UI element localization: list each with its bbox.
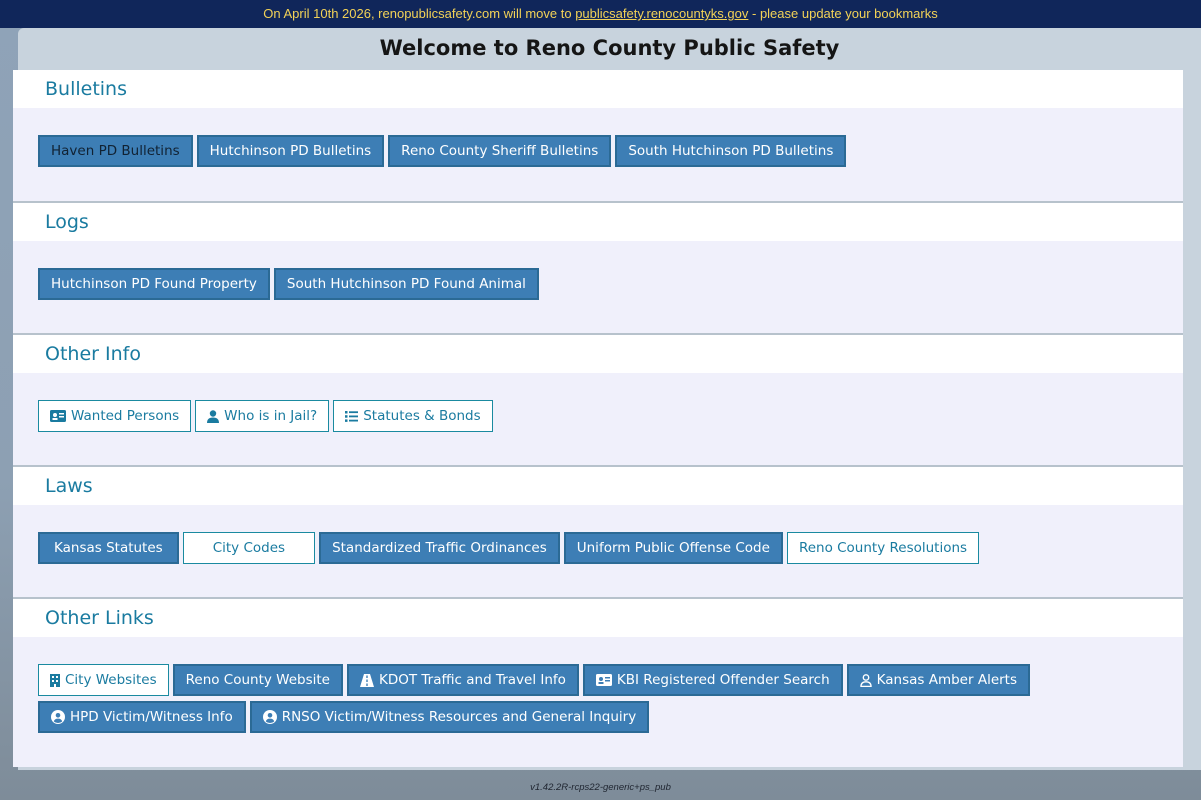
kbi-offender-search-label: KBI Registered Offender Search [616, 672, 830, 688]
rnso-victim-witness-label: RNSO Victim/Witness Resources and Genera… [281, 709, 637, 725]
banner-text-suffix: - please update your bookmarks [748, 6, 938, 21]
user-circle-icon [262, 710, 277, 724]
version-text: v1.42.2R-rcps22-generic+ps_pub [530, 782, 671, 793]
wanted-persons-label: Wanted Persons [71, 408, 180, 424]
kdot-traffic-label: KDOT Traffic and Travel Info [378, 672, 566, 688]
statutes-and-bonds-button[interactable]: Statutes & Bonds [333, 400, 493, 432]
announcement-banner: On April 10th 2026, renopublicsafety.com… [0, 0, 1201, 28]
person-icon [207, 409, 220, 423]
section-title-logs: Logs [13, 203, 1183, 241]
banner-link[interactable]: publicsafety.renocountyks.gov [575, 6, 748, 21]
statutes-and-bonds-label: Statutes & Bonds [363, 408, 481, 424]
road-icon [359, 673, 374, 687]
uniform-public-offense-code-button[interactable]: Uniform Public Offense Code [563, 532, 783, 564]
kansas-amber-alerts-label: Kansas Amber Alerts [876, 672, 1018, 688]
section-title-other-info: Other Info [13, 335, 1183, 373]
city-websites-button[interactable]: City Websites [38, 664, 169, 696]
reno-county-website-label: Reno County Website [185, 672, 330, 688]
person-outline-icon [859, 673, 872, 687]
page-title: Welcome to Reno County Public Safety [379, 36, 840, 60]
who-is-in-jail-button[interactable]: Who is in Jail? [195, 400, 330, 432]
section-title-laws: Laws [13, 467, 1183, 505]
who-is-in-jail-label: Who is in Jail? [224, 408, 318, 424]
list-icon [345, 410, 359, 422]
reno-county-resolutions-button[interactable]: Reno County Resolutions [786, 532, 980, 564]
hpd-victim-witness-button[interactable]: HPD Victim/Witness Info [38, 701, 246, 733]
reno-county-sheriff-bulletins-button[interactable]: Reno County Sheriff Bulletins [388, 135, 612, 167]
reno-county-website-button[interactable]: Reno County Website [172, 664, 343, 696]
rnso-victim-witness-button[interactable]: RNSO Victim/Witness Resources and Genera… [249, 701, 650, 733]
bulletins-section: Bulletins Haven PD Bulletins Hutchinson … [13, 70, 1183, 201]
wanted-persons-button[interactable]: Wanted Persons [38, 400, 192, 432]
city-codes-button[interactable]: City Codes [182, 532, 316, 564]
standardized-traffic-ordinances-button[interactable]: Standardized Traffic Ordinances [319, 532, 560, 564]
haven-pd-bulletins-button[interactable]: Haven PD Bulletins [38, 135, 193, 167]
banner-text-prefix: On April 10th 2026, renopublicsafety.com… [263, 6, 576, 21]
hpd-victim-witness-label: HPD Victim/Witness Info [70, 709, 233, 725]
logs-section: Logs Hutchinson PD Found Property South … [13, 203, 1183, 333]
section-title-other-links: Other Links [13, 599, 1183, 637]
id-card-icon [50, 410, 66, 422]
laws-section: Laws Kansas Statutes City Codes Standard… [13, 467, 1183, 597]
city-websites-label: City Websites [65, 672, 157, 688]
hutchinson-pd-bulletins-button[interactable]: Hutchinson PD Bulletins [196, 135, 385, 167]
south-hutchinson-pd-found-animal-button[interactable]: South Hutchinson PD Found Animal [273, 268, 539, 300]
kansas-statutes-button[interactable]: Kansas Statutes [38, 532, 179, 564]
kdot-traffic-button[interactable]: KDOT Traffic and Travel Info [346, 664, 579, 696]
hutchinson-pd-found-property-button[interactable]: Hutchinson PD Found Property [38, 268, 270, 300]
kansas-amber-alerts-button[interactable]: Kansas Amber Alerts [846, 664, 1031, 696]
other-links-section: Other Links City Websites Reno County We… [13, 599, 1183, 767]
id-card-icon [595, 674, 612, 686]
building-icon [50, 673, 60, 687]
user-circle-icon [51, 710, 65, 724]
other-info-section: Other Info Wanted Persons Who is in Jail… [13, 335, 1183, 465]
south-hutchinson-pd-bulletins-button[interactable]: South Hutchinson PD Bulletins [615, 135, 847, 167]
kbi-offender-search-button[interactable]: KBI Registered Offender Search [582, 664, 843, 696]
section-title-bulletins: Bulletins [13, 70, 1183, 108]
